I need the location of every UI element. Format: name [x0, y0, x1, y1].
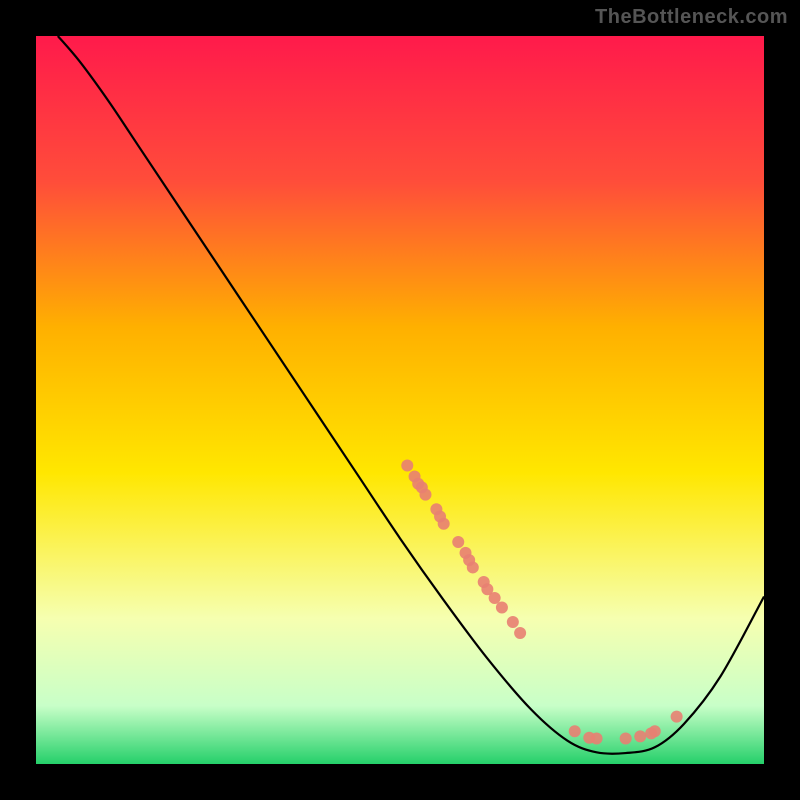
scatter-point: [569, 725, 581, 737]
figure-outer: TheBottleneck.com: [0, 0, 800, 800]
plot-area: [36, 36, 764, 764]
scatter-point: [401, 460, 413, 472]
scatter-point: [634, 730, 646, 742]
scatter-point: [514, 627, 526, 639]
scatter-point: [591, 733, 603, 745]
watermark-text: TheBottleneck.com: [595, 6, 788, 29]
scatter-point: [507, 616, 519, 628]
gradient-background: [36, 36, 764, 764]
scatter-point: [620, 733, 632, 745]
scatter-point: [489, 592, 501, 604]
scatter-point: [452, 536, 464, 548]
scatter-point: [438, 518, 450, 530]
chart-svg: [36, 36, 764, 764]
scatter-point: [649, 725, 661, 737]
scatter-point: [419, 489, 431, 501]
scatter-point: [496, 601, 508, 613]
scatter-point: [671, 711, 683, 723]
scatter-point: [467, 561, 479, 573]
